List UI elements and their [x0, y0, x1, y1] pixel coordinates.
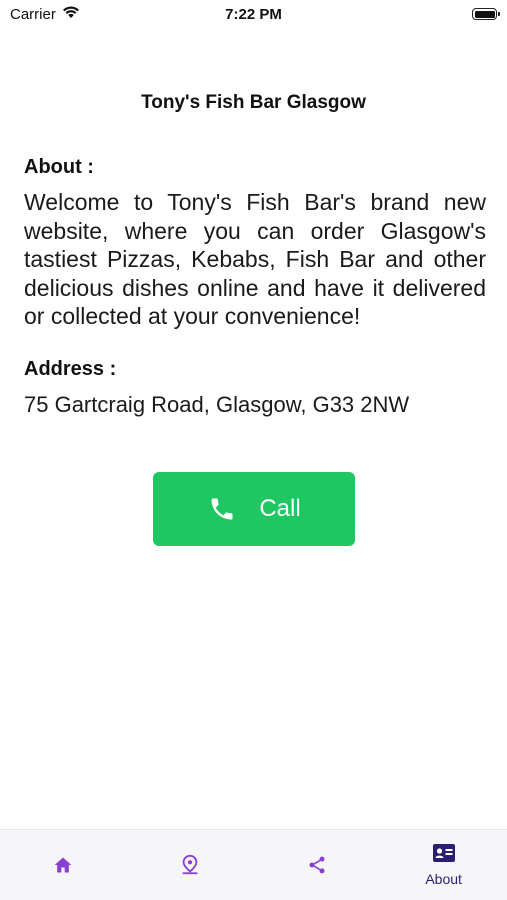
- home-icon: [51, 853, 75, 877]
- tab-about-label: About: [425, 871, 462, 887]
- about-heading: About :: [24, 156, 94, 178]
- status-left: Carrier: [0, 5, 80, 23]
- tab-home[interactable]: [0, 830, 127, 900]
- share-icon: [305, 853, 329, 877]
- tab-location[interactable]: [127, 830, 254, 900]
- carrier-label: Carrier: [10, 5, 56, 23]
- page-title: Tony's Fish Bar Glasgow: [141, 92, 366, 113]
- tab-share[interactable]: [254, 830, 381, 900]
- call-label: Call: [259, 495, 301, 522]
- contact-card-icon: [432, 841, 456, 865]
- app-screen: Carrier 7:22 PM Tony's Fish Bar Glasgow …: [0, 0, 507, 900]
- status-bar: Carrier 7:22 PM: [0, 0, 507, 28]
- wifi-icon: [62, 5, 80, 23]
- about-text: Welcome to Tony's Fish Bar's brand new w…: [24, 189, 486, 329]
- phone-icon: [207, 494, 237, 524]
- map-pin-icon: [178, 853, 202, 877]
- address-heading: Address :: [24, 358, 117, 380]
- call-button[interactable]: Call: [153, 472, 355, 546]
- battery-level: [474, 10, 495, 18]
- address-text: 75 Gartcraig Road, Glasgow, G33 2NW: [24, 392, 410, 417]
- status-right: [472, 8, 507, 20]
- tab-about[interactable]: About: [380, 830, 507, 900]
- battery-icon: [472, 8, 500, 20]
- tab-bar: About: [0, 829, 507, 900]
